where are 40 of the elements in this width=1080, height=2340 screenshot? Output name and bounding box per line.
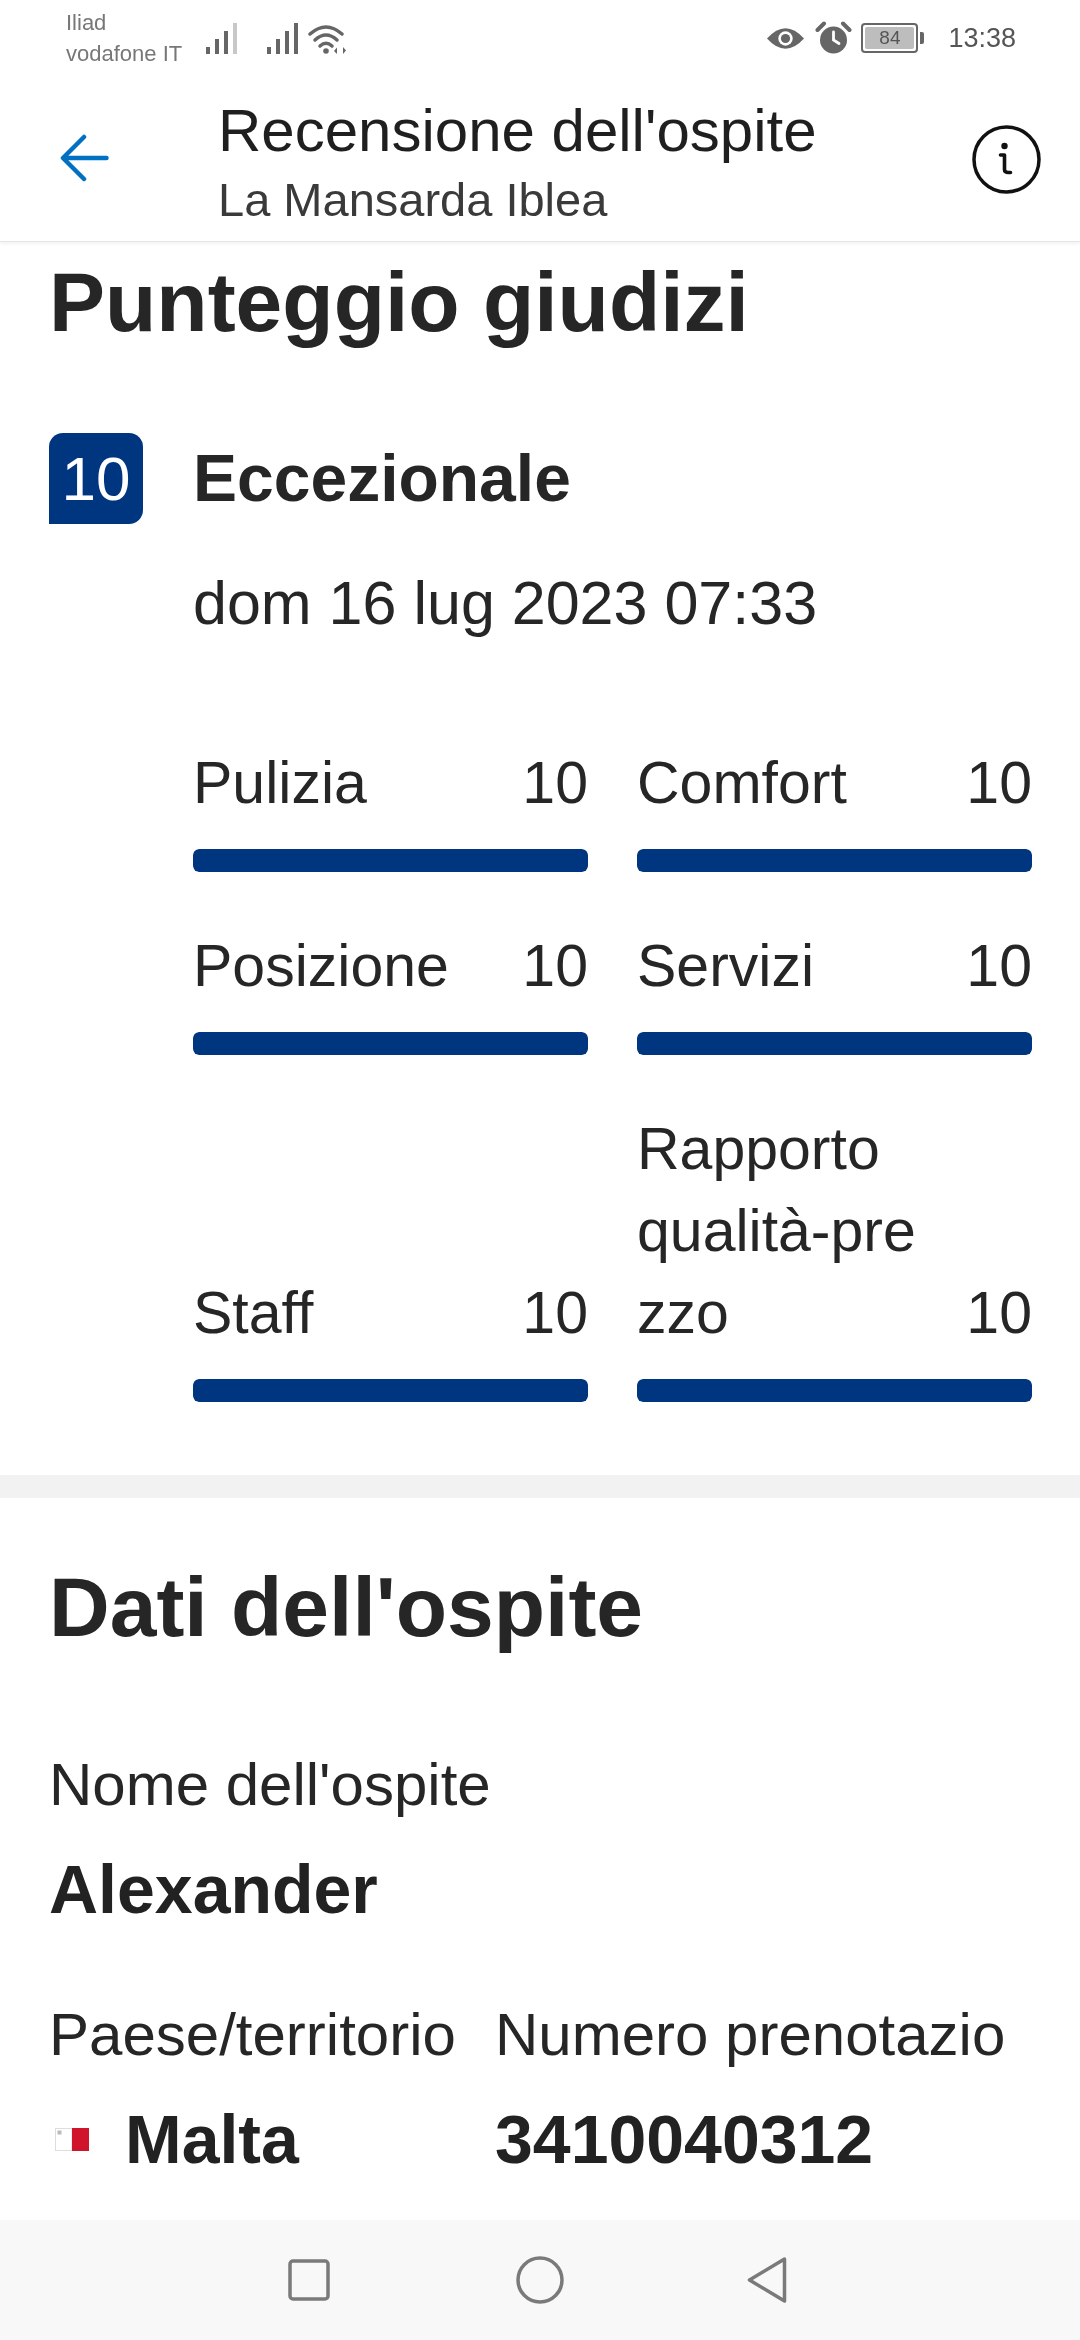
page-subtitle: La Mansarda Iblea	[218, 172, 609, 228]
battery-indicator: 84	[861, 23, 925, 53]
category-label: Rapporto qualità-prezzo	[637, 1115, 917, 1348]
carrier-name: vodafone IT	[66, 40, 183, 68]
back-triangle-icon[interactable]	[746, 2256, 788, 2304]
category-score: 10	[522, 749, 588, 818]
wifi-icon	[308, 23, 347, 54]
field-label: Numero prenotazio	[495, 2000, 1007, 2070]
category-label: Pulizia	[193, 749, 368, 818]
signal-icon	[267, 22, 299, 54]
field-label: Paese/territorio	[49, 2000, 457, 2070]
circle-icon[interactable]	[516, 2256, 564, 2304]
review-date: dom 16 lug 2023 07:33	[193, 568, 819, 639]
category-label: Staff	[193, 1279, 315, 1348]
category-label: Posizione	[193, 932, 450, 1001]
category-label: Servizi	[637, 932, 816, 1001]
category-score: 10	[966, 1279, 1032, 1348]
square-icon[interactable]	[288, 2259, 330, 2301]
score-badge: 10	[49, 433, 143, 524]
field-value: Malta	[125, 2100, 299, 2179]
back-arrow-icon[interactable]	[60, 134, 109, 182]
section-heading: Dati dell'ospite	[49, 1559, 645, 1656]
alarm-clock-icon	[815, 21, 853, 55]
field-value: Alexander	[49, 1850, 378, 1929]
field-value: 3410040312	[495, 2100, 874, 2179]
category-score: 10	[522, 1279, 588, 1348]
section-heading: Punteggio giudizi	[49, 254, 750, 351]
signal-icon	[206, 22, 238, 54]
eye-icon	[766, 25, 806, 51]
category-score: 10	[966, 932, 1032, 1001]
carrier-name: Iliad	[66, 9, 108, 37]
category-score: 10	[966, 749, 1032, 818]
category-label: Comfort	[637, 749, 848, 818]
category-score: 10	[522, 932, 588, 1001]
flag-icon	[55, 2127, 89, 2151]
clock-time: 13:38	[948, 22, 1016, 54]
rating-label: Eccezionale	[193, 440, 572, 517]
info-icon[interactable]	[972, 125, 1041, 194]
field-label: Nome dell'ospite	[49, 1750, 491, 1820]
page-title: Recensione dell'ospite	[218, 99, 817, 163]
